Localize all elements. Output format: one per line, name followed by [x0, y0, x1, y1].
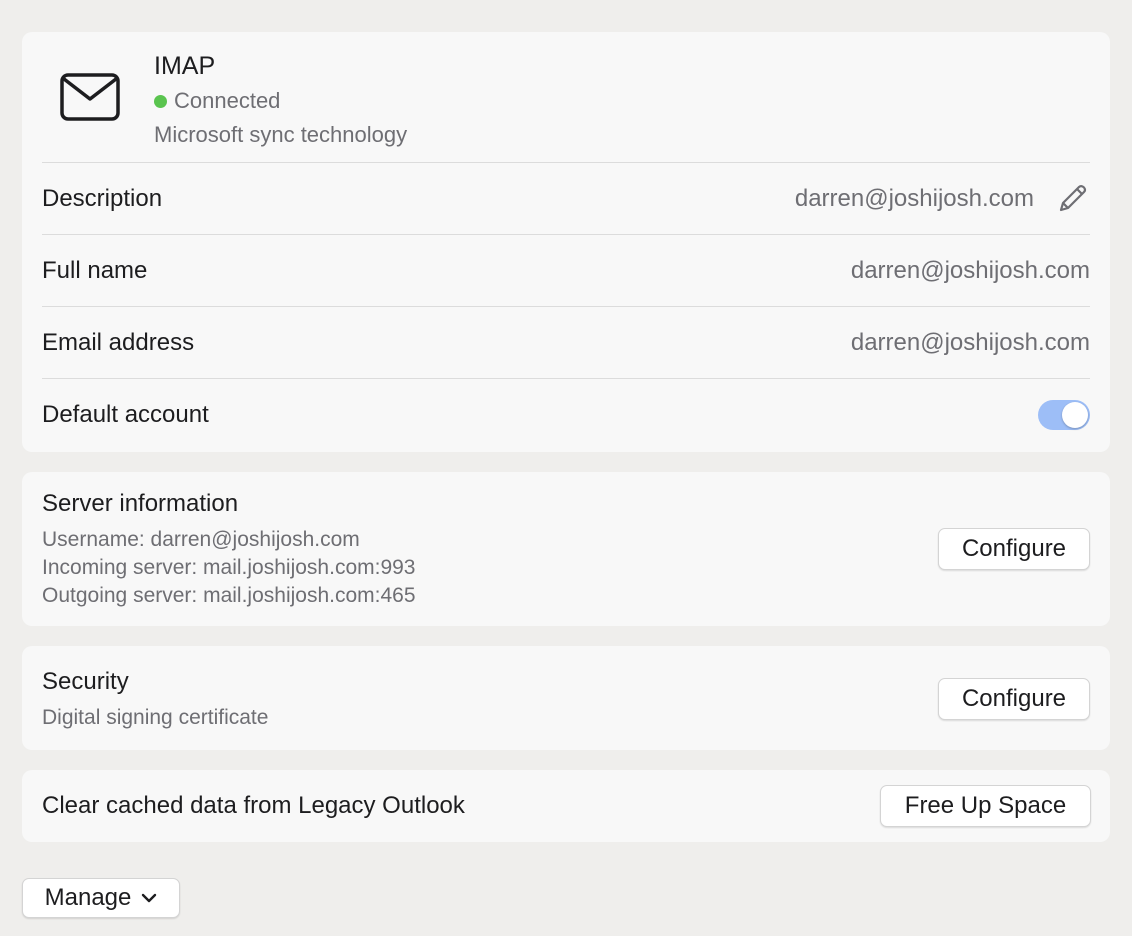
account-card: IMAP Connected Microsoft sync technology… — [22, 32, 1110, 452]
status-dot-icon — [154, 94, 167, 108]
server-information-title: Server information — [42, 490, 239, 517]
toggle-knob — [1062, 401, 1088, 428]
incoming-server: Incoming server: mail.joshijosh.com:993 — [42, 556, 416, 579]
manage-label: Manage — [44, 884, 132, 911]
account-header: IMAP Connected Microsoft sync technology — [22, 32, 1110, 163]
account-type: IMAP — [154, 52, 216, 80]
pencil-icon[interactable] — [1054, 181, 1090, 217]
email-row: Email address darren@joshijosh.com — [42, 306, 1090, 378]
clear-cache-label: Clear cached data from Legacy Outlook — [42, 792, 465, 819]
chevron-down-icon — [142, 893, 157, 903]
description-value: darren@joshijosh.com — [794, 184, 1034, 212]
server-username: Username: darren@joshijosh.com — [42, 528, 360, 551]
security-card: Security Digital signing certificate Con… — [22, 646, 1110, 750]
free-up-space-button[interactable]: Free Up Space — [880, 785, 1091, 827]
description-label: Description — [42, 184, 163, 212]
full-name-value: darren@joshijosh.com — [850, 256, 1090, 284]
description-row: Description darren@joshijosh.com — [42, 162, 1090, 234]
description-value-group: darren@joshijosh.com — [795, 181, 1090, 217]
server-information-card: Server information Username: darren@josh… — [22, 472, 1110, 626]
full-name-label: Full name — [42, 256, 148, 284]
default-account-label: Default account — [42, 400, 209, 428]
email-value: darren@joshijosh.com — [850, 328, 1090, 356]
default-account-row: Default account — [42, 378, 1090, 450]
full-name-row: Full name darren@joshijosh.com — [42, 234, 1090, 306]
mail-icon — [60, 73, 120, 121]
connection-status: Connected — [154, 88, 280, 114]
clear-cache-card: Clear cached data from Legacy Outlook Fr… — [22, 770, 1110, 842]
server-configure-button[interactable]: Configure — [938, 528, 1090, 570]
outgoing-server: Outgoing server: mail.joshijosh.com:465 — [42, 584, 416, 607]
security-configure-button[interactable]: Configure — [938, 678, 1090, 720]
security-subtitle: Digital signing certificate — [42, 706, 269, 729]
email-label: Email address — [42, 328, 195, 356]
sync-technology: Microsoft sync technology — [154, 122, 408, 147]
manage-dropdown-button[interactable]: Manage — [22, 878, 180, 918]
status-text: Connected — [174, 88, 281, 113]
default-account-toggle[interactable] — [1038, 399, 1090, 430]
security-title: Security — [42, 668, 129, 695]
